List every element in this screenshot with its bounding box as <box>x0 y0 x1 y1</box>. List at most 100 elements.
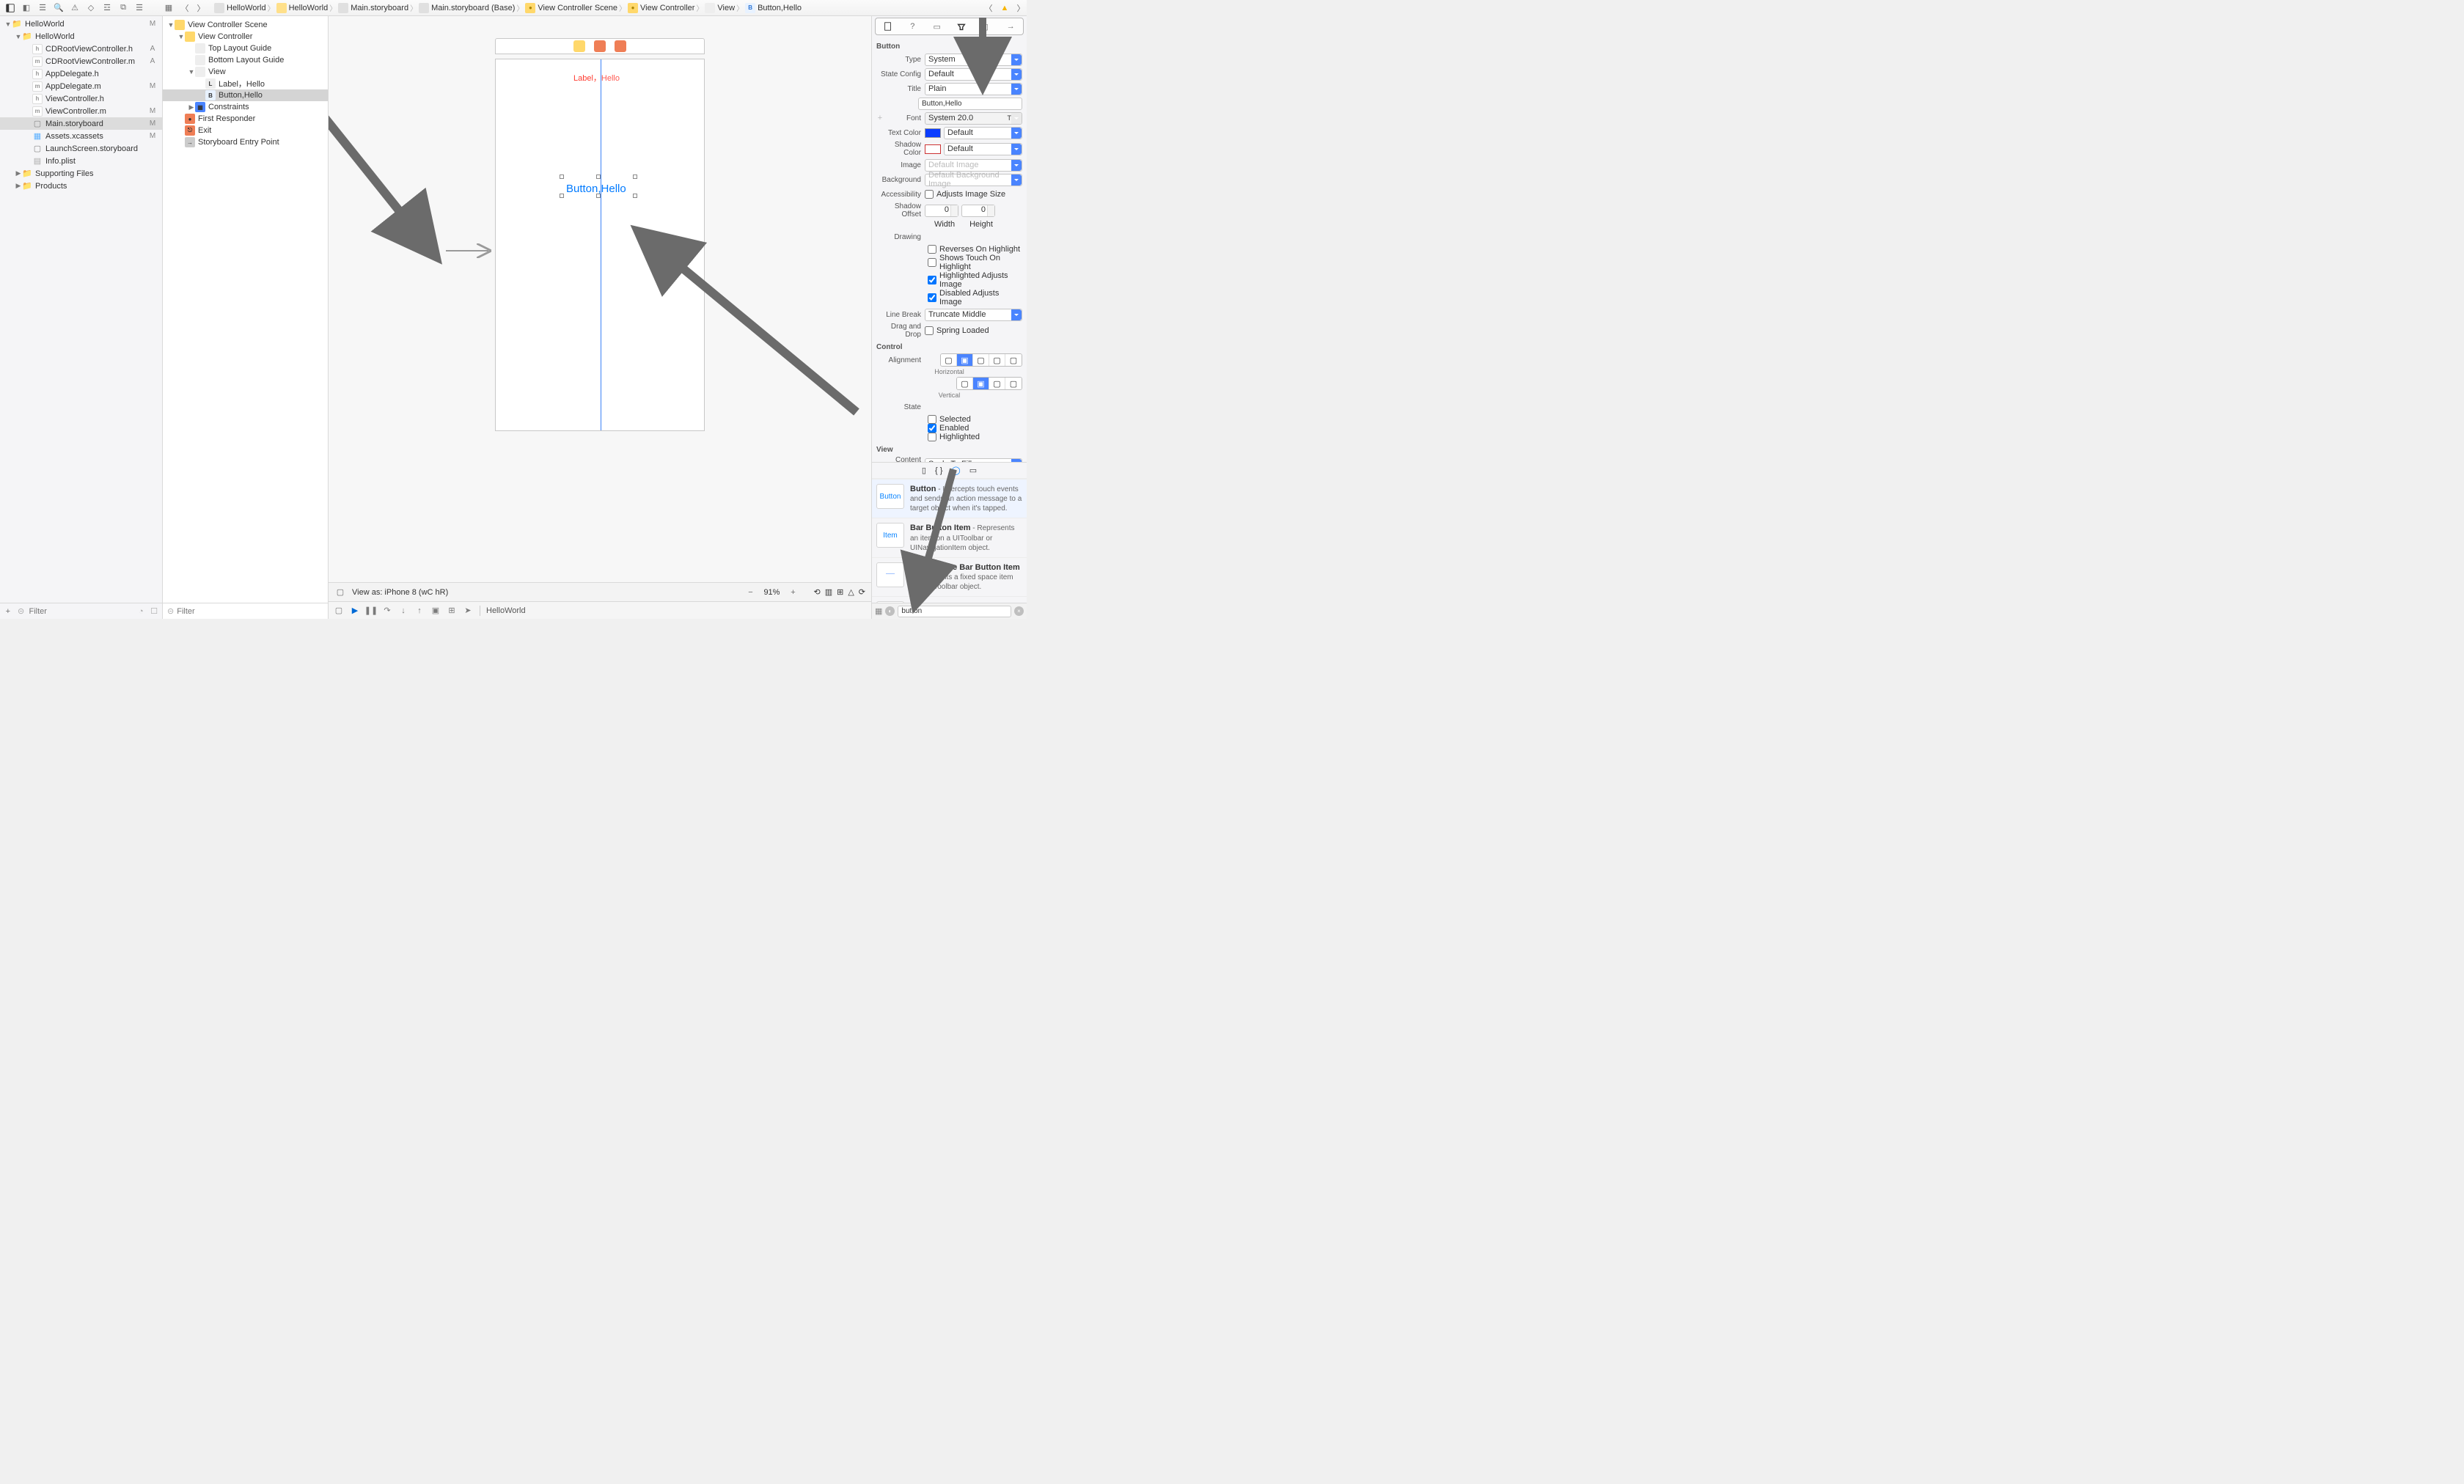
navigator-breakpoints-icon[interactable]: ⧉ <box>117 2 129 14</box>
exit-icon[interactable] <box>615 40 626 52</box>
recent-filter-icon[interactable]: ◔ <box>136 606 147 617</box>
outline-row[interactable]: Bottom Layout Guide <box>163 54 328 66</box>
pin-icon[interactable]: ⊞ <box>837 587 843 597</box>
storyboard-canvas[interactable]: Label，Hello Button,Hello <box>329 16 871 582</box>
shadow-color-dropdown[interactable]: Default <box>944 143 1022 155</box>
breadcrumb-item[interactable]: Main.storyboard (Base) <box>419 3 515 13</box>
type-dropdown[interactable]: System <box>925 54 1022 66</box>
nav-row[interactable]: hAppDelegate.h <box>0 67 162 80</box>
file-inspector-icon[interactable] <box>880 20 896 33</box>
nav-row[interactable]: ▦Assets.xcassetsM <box>0 130 162 142</box>
canvas-label[interactable]: Label，Hello <box>573 71 620 84</box>
navigator-search-icon[interactable]: 🔍 <box>53 2 65 14</box>
breadcrumb-item[interactable]: BButton,Hello <box>745 3 802 13</box>
outline-row[interactable]: BButton,Hello <box>163 89 328 101</box>
title-text-input[interactable] <box>918 98 1022 110</box>
navigator-debug-icon[interactable]: ☲ <box>101 2 113 14</box>
zoom-in-icon[interactable]: + <box>787 587 799 598</box>
nav-row[interactable]: ▼📁HelloWorld <box>0 30 162 43</box>
navigator-scm-icon[interactable]: ◧ <box>21 2 32 14</box>
crumb-next-icon[interactable]: 〉 <box>1015 2 1027 14</box>
nav-row[interactable]: ▶📁Products <box>0 180 162 192</box>
alignment-v-segmented[interactable]: ▢▣▢▢ <box>956 377 1022 390</box>
text-color-swatch[interactable] <box>925 128 941 138</box>
device-view[interactable]: Label，Hello Button,Hello <box>495 59 705 431</box>
identity-inspector-icon[interactable]: ▭ <box>929 20 945 33</box>
navigator-issues-icon[interactable]: ⚠ <box>69 2 81 14</box>
location-icon[interactable]: ➤ <box>462 605 474 617</box>
connections-inspector-icon[interactable]: → <box>1002 20 1019 33</box>
outline-filter-input[interactable] <box>177 607 323 616</box>
shadow-width-stepper[interactable]: 0 <box>925 205 958 217</box>
hide-debug-icon[interactable]: ▢ <box>333 605 345 617</box>
code-snippet-lib-icon[interactable]: { } <box>935 466 942 475</box>
spring-loaded-checkbox[interactable] <box>925 326 934 335</box>
filter-icon[interactable]: ⊝ <box>16 606 26 617</box>
nav-back-icon[interactable]: 〈 <box>179 2 191 14</box>
first-responder-icon[interactable] <box>594 40 606 52</box>
control-state-option[interactable]: Selected <box>928 415 1022 424</box>
outline-row[interactable]: LLabel，Hello <box>163 78 328 89</box>
scm-filter-icon[interactable]: ☐ <box>149 606 159 617</box>
object-library-list[interactable]: ButtonButton - Intercepts touch events a… <box>872 478 1027 603</box>
outline-row[interactable]: →Storyboard Entry Point <box>163 136 328 148</box>
library-search-input[interactable] <box>898 606 1011 617</box>
control-state-option[interactable]: Enabled <box>928 424 1022 433</box>
outline-row[interactable]: Top Layout Guide <box>163 43 328 54</box>
navigator-filter-input[interactable] <box>29 607 133 616</box>
vc-icon[interactable] <box>573 40 585 52</box>
crumb-prev-icon[interactable]: 〈 <box>983 2 994 14</box>
shadow-height-stepper[interactable]: 0 <box>961 205 995 217</box>
project-tree[interactable]: ▼📁HelloWorldM▼📁HelloWorldhCDRootViewCont… <box>0 16 162 603</box>
continue-icon[interactable]: ▶ <box>349 605 361 617</box>
text-color-dropdown[interactable]: Default <box>944 127 1022 139</box>
image-dropdown[interactable]: Default Image <box>925 159 1022 172</box>
breadcrumb-item[interactable]: View <box>705 3 735 13</box>
outline-toggle-icon[interactable]: ▢ <box>334 587 346 598</box>
library-item[interactable]: ButtonButton - Intercepts touch events a… <box>872 479 1027 518</box>
drawing-option[interactable]: Disabled Adjusts Image <box>928 289 1022 306</box>
nav-row[interactable]: ▤Info.plist <box>0 155 162 167</box>
outline-row[interactable]: ▼View <box>163 66 328 78</box>
outline-tree[interactable]: ▼View Controller Scene▼View ControllerTo… <box>163 16 328 603</box>
font-field[interactable]: System 20.0T <box>925 112 1022 125</box>
outline-row[interactable]: ▼View Controller Scene <box>163 19 328 31</box>
breadcrumb-item[interactable]: ●View Controller Scene <box>525 3 617 13</box>
clear-search-icon[interactable]: × <box>1014 606 1024 616</box>
alignment-h-segmented[interactable]: ▢▣▢▢▢ <box>940 353 1022 367</box>
nav-row[interactable]: mAppDelegate.mM <box>0 80 162 92</box>
file-template-lib-icon[interactable]: ▯ <box>922 466 926 475</box>
outline-row[interactable]: ▶▦Constraints <box>163 101 328 113</box>
navigator-symbols-icon[interactable]: ☰ <box>37 2 48 14</box>
library-grid-icon[interactable]: ▦ <box>875 606 882 616</box>
adjusts-image-size-checkbox[interactable] <box>925 190 934 199</box>
zoom-out-icon[interactable]: − <box>744 587 756 598</box>
background-dropdown[interactable]: Default Background Image <box>925 174 1022 186</box>
memory-graph-icon[interactable]: ⊞ <box>446 605 458 617</box>
scene-device[interactable]: Label，Hello Button,Hello <box>495 38 705 431</box>
content-mode-dropdown[interactable]: Scale To Fill <box>925 458 1022 463</box>
media-lib-icon[interactable]: ▭ <box>969 466 977 475</box>
debug-target-label[interactable]: HelloWorld <box>486 606 526 615</box>
breadcrumb-item[interactable]: HelloWorld <box>276 3 329 13</box>
nav-forward-icon[interactable]: 〉 <box>195 2 207 14</box>
nav-row[interactable]: ▢LaunchScreen.storyboard <box>0 142 162 155</box>
breadcrumb-item[interactable]: ●View Controller <box>628 3 694 13</box>
canvas-button[interactable]: Button,Hello <box>566 183 626 195</box>
attributes-inspector-icon[interactable] <box>953 20 969 33</box>
shadow-color-swatch[interactable] <box>925 144 941 154</box>
nav-row[interactable]: ▢Main.storyboardM <box>0 117 162 130</box>
size-inspector-icon[interactable]: ▯ <box>978 20 994 33</box>
nav-row[interactable]: ▼📁HelloWorldM <box>0 18 162 30</box>
library-item[interactable]: Flexible Space Bar Button Item <box>872 596 1027 603</box>
outline-row[interactable]: ▼View Controller <box>163 31 328 43</box>
step-out-icon[interactable]: ↑ <box>414 605 425 617</box>
library-item[interactable]: ItemBar Button Item - Represents an item… <box>872 518 1027 556</box>
step-over-icon[interactable]: ↷ <box>381 605 393 617</box>
debug-view-icon[interactable]: ▣ <box>430 605 441 617</box>
add-attr-icon[interactable]: + <box>876 114 884 122</box>
control-state-option[interactable]: Highlighted <box>928 433 1022 441</box>
navigator-files-icon[interactable] <box>4 2 16 14</box>
line-break-dropdown[interactable]: Truncate Middle <box>925 309 1022 321</box>
align-icon[interactable]: ▥ <box>825 587 832 597</box>
